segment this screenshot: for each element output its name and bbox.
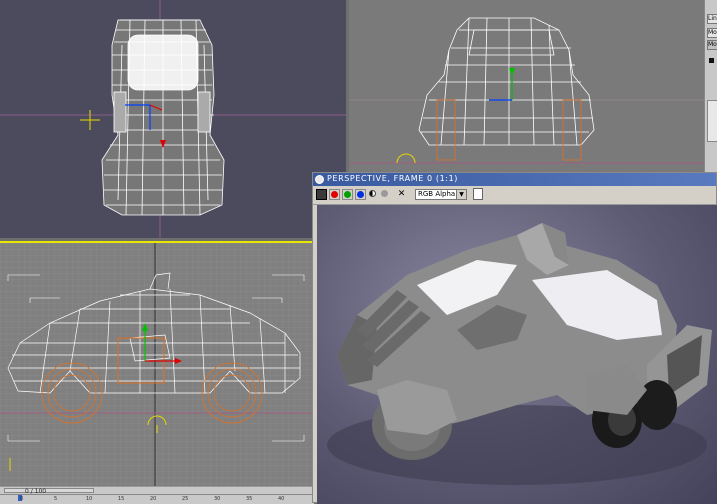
- tick-label: 5: [54, 496, 58, 502]
- car-top-wireframe: [101, 19, 225, 216]
- viewport-front[interactable]: [349, 0, 704, 172]
- command-item-1[interactable]: Lin: [707, 14, 717, 24]
- tick-label: 25: [182, 496, 189, 502]
- render-window-titlebar[interactable]: PERSPECTIVE, FRAME 0 (1:1): [313, 173, 716, 186]
- save-icon[interactable]: [316, 189, 327, 200]
- track-bar: [0, 494, 314, 495]
- command-panel[interactable]: Lin Mo Mo: [704, 0, 717, 172]
- render-toolbar: ✕ RGB Alpha ▼: [313, 186, 716, 205]
- front-view-canvas: [349, 17, 704, 164]
- tick-label: 35: [246, 496, 253, 502]
- viewport-left[interactable]: [0, 241, 314, 486]
- time-slider[interactable]: 0 / 100: [4, 488, 94, 495]
- green-channel-toggle[interactable]: [342, 189, 353, 200]
- camera-icon: [396, 153, 416, 164]
- render-frame-window[interactable]: PERSPECTIVE, FRAME 0 (1:1) ✕ RGB Alpha ▼: [312, 172, 717, 504]
- modifier-stack-bullet: [709, 58, 714, 63]
- channel-dropdown-value: RGB Alpha: [418, 190, 456, 198]
- command-item-2[interactable]: Mo: [707, 28, 717, 38]
- tick-label: 10: [86, 496, 93, 502]
- modifier-list[interactable]: [707, 100, 717, 142]
- tick-label: 15: [118, 496, 125, 502]
- top-view-canvas: [0, 0, 346, 238]
- viewport-top[interactable]: [0, 0, 346, 238]
- render-window-title: PERSPECTIVE, FRAME 0 (1:1): [327, 174, 458, 183]
- rendered-car: [327, 223, 712, 485]
- tick-label: 0: [20, 496, 24, 502]
- command-item-3[interactable]: Mo: [707, 40, 717, 50]
- chevron-down-icon[interactable]: ▼: [456, 190, 466, 199]
- left-view-canvas: [0, 243, 312, 486]
- monochrome-icon[interactable]: [380, 189, 391, 200]
- channel-dropdown[interactable]: RGB Alpha ▼: [415, 189, 467, 200]
- color-swatch[interactable]: [473, 188, 483, 200]
- blue-channel-toggle[interactable]: [355, 189, 366, 200]
- app-logo-icon: [315, 175, 324, 184]
- red-channel-toggle[interactable]: [329, 189, 340, 200]
- tick-label: 20: [150, 496, 157, 502]
- car-front-wireframe: [418, 17, 595, 146]
- rendered-image: [317, 205, 717, 504]
- tick-label: 40: [278, 496, 285, 502]
- transform-gizmo-front: [489, 68, 515, 101]
- tick-label: 30: [214, 496, 221, 502]
- alpha-channel-icon[interactable]: [368, 189, 379, 200]
- pivot-crosshair: [80, 110, 100, 130]
- timeline[interactable]: 0 / 100 0 5 10 15 20 25 30 35 40: [0, 486, 314, 504]
- clear-icon[interactable]: ✕: [396, 189, 407, 200]
